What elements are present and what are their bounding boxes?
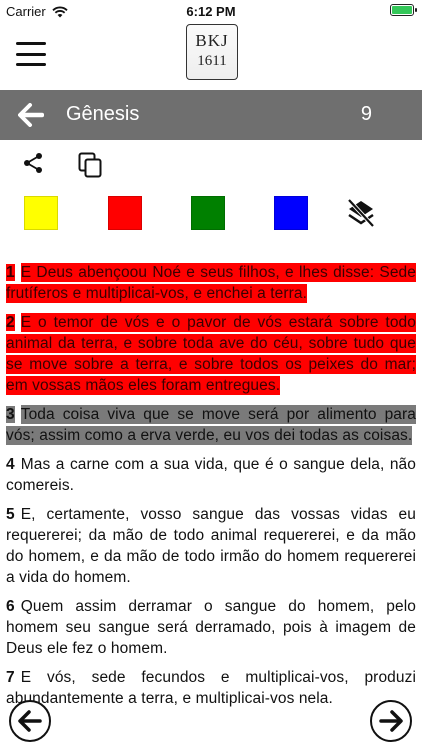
verse-item[interactable]: 6 Quem assim derramar o sangue do homem, …	[6, 596, 416, 659]
verse-item[interactable]: 5 E, certamente, vosso sangue das vossas …	[6, 504, 416, 588]
share-icon[interactable]	[22, 152, 44, 174]
menu-bar	[16, 52, 46, 56]
tools-row	[0, 144, 422, 184]
menu-bar	[16, 42, 46, 45]
verse-number: 7	[6, 669, 15, 686]
arrow-left-icon	[18, 710, 42, 732]
verse-number: 5	[6, 506, 15, 523]
verse-list: 1E Deus abençoou Noé e seus filhos, e lh…	[6, 262, 416, 750]
verse-number: 1	[6, 264, 15, 281]
verse-item[interactable]: 2E o temor de vós e o pavor de vós estar…	[6, 312, 416, 396]
book-title[interactable]: Gênesis	[66, 103, 139, 126]
verse-number: 2	[6, 314, 15, 331]
chapter-number[interactable]: 9	[361, 103, 372, 126]
red-swatch[interactable]	[108, 196, 142, 230]
status-time: 6:12 PM	[186, 4, 236, 19]
title-bar: Gênesis 9	[0, 90, 422, 140]
verse-text: E, certamente, vosso sangue das vossas v…	[6, 506, 416, 586]
verse-text: Toda coisa viva que se move será por ali…	[6, 405, 416, 445]
verse-number: 4	[6, 456, 15, 473]
copy-icon[interactable]	[78, 152, 102, 178]
layers-clear-icon[interactable]	[346, 198, 376, 228]
verse-number: 6	[6, 598, 15, 615]
verse-item[interactable]: 4 Mas a carne com a sua vida, que é o san…	[6, 454, 416, 496]
highlight-swatches	[0, 196, 422, 232]
status-right	[390, 4, 417, 16]
verse-item[interactable]: 3 Toda coisa viva que se move será por al…	[6, 404, 416, 446]
back-arrow-icon[interactable]	[18, 103, 44, 127]
verse-text: E Deus abençoou Noé e seus filhos, e lhe…	[6, 263, 416, 303]
arrow-right-icon	[379, 710, 403, 732]
hamburger-menu-icon[interactable]	[16, 42, 46, 66]
verse-number: 3	[6, 406, 15, 423]
verse-text: E o temor de vós e o pavor de vós estará…	[6, 313, 416, 395]
menu-bar	[16, 63, 46, 66]
battery-level	[392, 6, 412, 14]
verse-text: Quem assim derramar o sangue do homem, p…	[6, 598, 416, 657]
yellow-swatch[interactable]	[24, 196, 58, 230]
verse-item[interactable]: 1E Deus abençoou Noé e seus filhos, e lh…	[6, 262, 416, 304]
logo-line1: BKJ	[195, 31, 229, 50]
green-swatch[interactable]	[191, 196, 225, 230]
verse-item[interactable]: 7E vós, sede fecundos e multiplicai-vos,…	[6, 667, 416, 709]
next-chapter-button[interactable]	[370, 700, 412, 742]
status-bar: Carrier 6:12 PM	[0, 0, 422, 22]
verse-text: Mas a carne com a sua vida, que é o sang…	[6, 456, 416, 494]
logo-line2: 1611	[197, 53, 227, 69]
verse-text: E vós, sede fecundos e multiplicai-vos, …	[6, 669, 416, 707]
battery-icon	[390, 4, 417, 16]
app-logo: BKJ 1611	[186, 24, 238, 80]
app-header: BKJ 1611	[0, 22, 422, 90]
previous-chapter-button[interactable]	[9, 700, 51, 742]
blue-swatch[interactable]	[274, 196, 308, 230]
